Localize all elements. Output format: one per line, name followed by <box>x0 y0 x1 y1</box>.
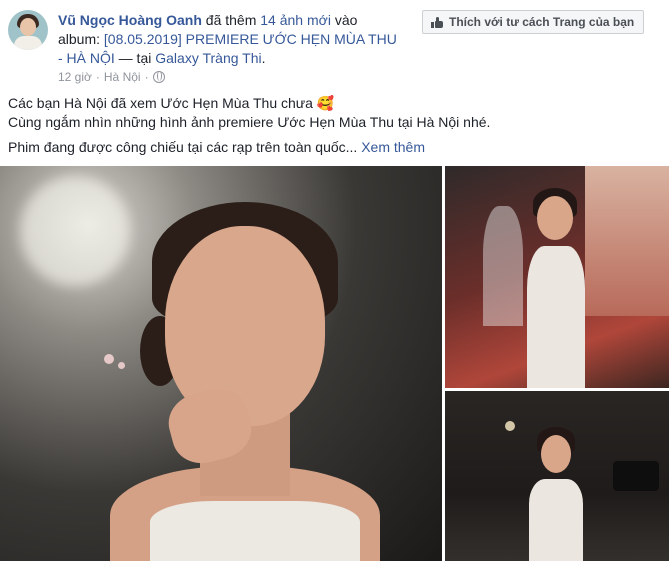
location-link[interactable]: Galaxy Tràng Thi <box>155 50 261 66</box>
photo-main-bokeh <box>104 354 114 364</box>
photo-top-right-background-person <box>483 206 523 326</box>
photo-main-bokeh <box>118 362 125 369</box>
photo-count-link[interactable]: 14 ảnh mới <box>260 12 331 28</box>
author-name[interactable]: Vũ Ngọc Hoàng Oanh <box>58 12 202 28</box>
photo-main-glow <box>20 176 130 286</box>
post-text-line-3-content: Phim đang được công chiếu tại các rạp tr… <box>8 139 358 155</box>
like-as-page-button[interactable]: Thích với tư cách Trang của bạn <box>422 10 644 34</box>
post-title: Vũ Ngọc Hoàng Oanh đã thêm 14 ảnh mới và… <box>58 11 398 68</box>
avatar-face <box>20 18 36 36</box>
photo-main-dress <box>150 501 360 561</box>
post-header: Vũ Ngọc Hoàng Oanh đã thêm 14 ảnh mới và… <box>8 10 661 90</box>
meta-dot-2: · <box>144 70 149 84</box>
thumbs-up-icon <box>431 16 443 28</box>
photo-top-right-face <box>537 196 573 240</box>
post-text: Các bạn Hà Nội đã xem Ước Hẹn Mùa Thu ch… <box>8 94 658 157</box>
post-text-line-1: Các bạn Hà Nội đã xem Ước Hẹn Mùa Thu ch… <box>8 95 335 111</box>
avatar[interactable] <box>8 10 48 50</box>
photo-bottom-right[interactable] <box>445 391 669 561</box>
like-as-page-label: Thích với tư cách Trang của bạn <box>449 15 635 29</box>
globe-icon[interactable] <box>152 71 165 83</box>
post-text-line-2: Cùng ngắm nhìn những hình ảnh premiere Ư… <box>8 114 491 130</box>
place-link[interactable]: Hà Nội <box>104 70 141 84</box>
location-end: . <box>261 50 266 66</box>
photo-top-right-body <box>527 246 585 388</box>
photo-top-right[interactable] <box>445 166 669 388</box>
photo-grid <box>0 166 669 561</box>
photo-main[interactable] <box>0 166 442 561</box>
photo-bottom-right-camera <box>613 461 659 491</box>
photo-bottom-right-face <box>541 435 571 473</box>
photo-top-right-poster <box>585 166 669 316</box>
avatar-top <box>14 36 42 50</box>
timestamp[interactable]: 12 giờ <box>58 70 92 84</box>
see-more-link[interactable]: Xem thêm <box>361 139 425 155</box>
photo-bottom-right-light <box>505 421 515 431</box>
post-text-line-3: Phim đang được công chiếu tại các rạp tr… <box>8 138 658 157</box>
photo-bottom-right-body <box>529 479 583 561</box>
location-separator: — tại <box>114 50 156 66</box>
post-meta: 12 giờ · Hà Nội · <box>58 70 165 84</box>
action-text: đã thêm <box>201 12 261 28</box>
meta-dot: · <box>95 70 100 84</box>
